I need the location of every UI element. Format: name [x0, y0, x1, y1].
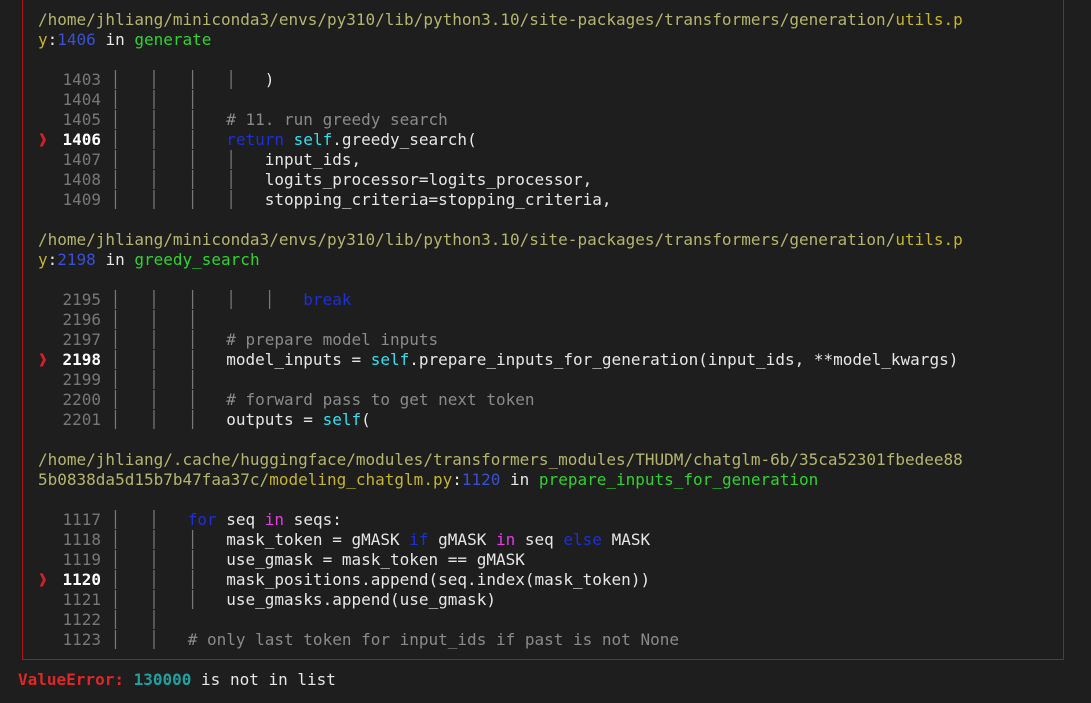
frame-1-path: /home/jhliang/miniconda3/envs/py310/lib/… — [38, 10, 896, 29]
code-line: 2195 │ │ │ │ │ break — [62, 290, 352, 309]
code-line: 1403 │ │ │ │ ) — [62, 70, 275, 89]
frame-2-location-line2: y:2198 in greedy_search — [38, 250, 260, 269]
frame-3-func: prepare_inputs_for_generation — [538, 470, 819, 489]
code-line-current: ❱ 1406 │ │ │ return self.greedy_search( — [38, 130, 477, 149]
code-line: 2201 │ │ │ outputs = self( — [62, 410, 371, 429]
code-line: 2196 │ │ │ — [62, 310, 227, 329]
code-line: 1407 │ │ │ │ input_ids, — [62, 150, 362, 169]
current-line-marker-icon: ❱ — [38, 570, 48, 589]
current-line-marker-icon: ❱ — [38, 350, 48, 369]
code-line: 2199 │ │ │ — [62, 370, 227, 389]
code-line: 1118 │ │ │ mask_token = gMASK if gMASK i… — [62, 530, 651, 549]
frame-3-location-line2: 5b0838da5d15b7b47faa37c/modeling_chatglm… — [38, 470, 819, 489]
code-line: 2200 │ │ │ # forward pass to get next to… — [62, 390, 535, 409]
code-line: 1409 │ │ │ │ stopping_criteria=stopping_… — [62, 190, 612, 209]
code-line-current: ❱ 1120 │ │ │ mask_positions.append(seq.in… — [38, 570, 651, 589]
error-message: ValueError: 130000 is not in list — [18, 670, 336, 689]
frame-3-location-line1: /home/jhliang/.cache/huggingface/modules… — [38, 450, 963, 470]
frame-1-location-line2: y:1406 in generate — [38, 30, 212, 49]
frame-3-lineno: 1120 — [461, 470, 501, 489]
frame-3-file: modeling_chatglm.py — [269, 470, 453, 489]
code-line: 1121 │ │ │ use_gmasks.append(use_gmask) — [62, 590, 496, 609]
frame-3-path: /home/jhliang/.cache/huggingface/modules… — [38, 450, 963, 469]
frame-2-location-line1: /home/jhliang/miniconda3/envs/py310/lib/… — [38, 230, 963, 250]
code-line: 1404 │ │ │ — [62, 90, 227, 109]
code-line: 1119 │ │ │ use_gmask = mask_token == gMA… — [62, 550, 525, 569]
code-line: 1405 │ │ │ # 11. run greedy search — [62, 110, 448, 129]
frame-1-location-line1: /home/jhliang/miniconda3/envs/py310/lib/… — [38, 10, 963, 30]
current-line-marker-icon: ❱ — [38, 130, 48, 149]
frame-2-file: utils.p — [895, 230, 963, 249]
code-line: 1123 │ │ # only last token for input_ids… — [62, 630, 679, 649]
error-value: 130000 — [133, 670, 192, 689]
frame-2-lineno: 2198 — [57, 250, 96, 269]
code-line: 1122 │ │ — [62, 610, 188, 629]
frame-1-func: generate — [134, 30, 212, 49]
code-line: 2197 │ │ │ # prepare model inputs — [62, 330, 439, 349]
code-line: 1408 │ │ │ │ logits_processor=logits_pro… — [62, 170, 593, 189]
frame-2-path: /home/jhliang/miniconda3/envs/py310/lib/… — [38, 230, 896, 249]
code-line-current: ❱ 2198 │ │ │ model_inputs = self.prepare_… — [38, 350, 959, 369]
frame-1-file: utils.p — [895, 10, 963, 29]
frame-2-func: greedy_search — [134, 250, 260, 269]
code-line: 1117 │ │ for seq in seqs: — [62, 510, 342, 529]
error-type: ValueError: — [18, 670, 124, 689]
frame-1-lineno: 1406 — [57, 30, 96, 49]
